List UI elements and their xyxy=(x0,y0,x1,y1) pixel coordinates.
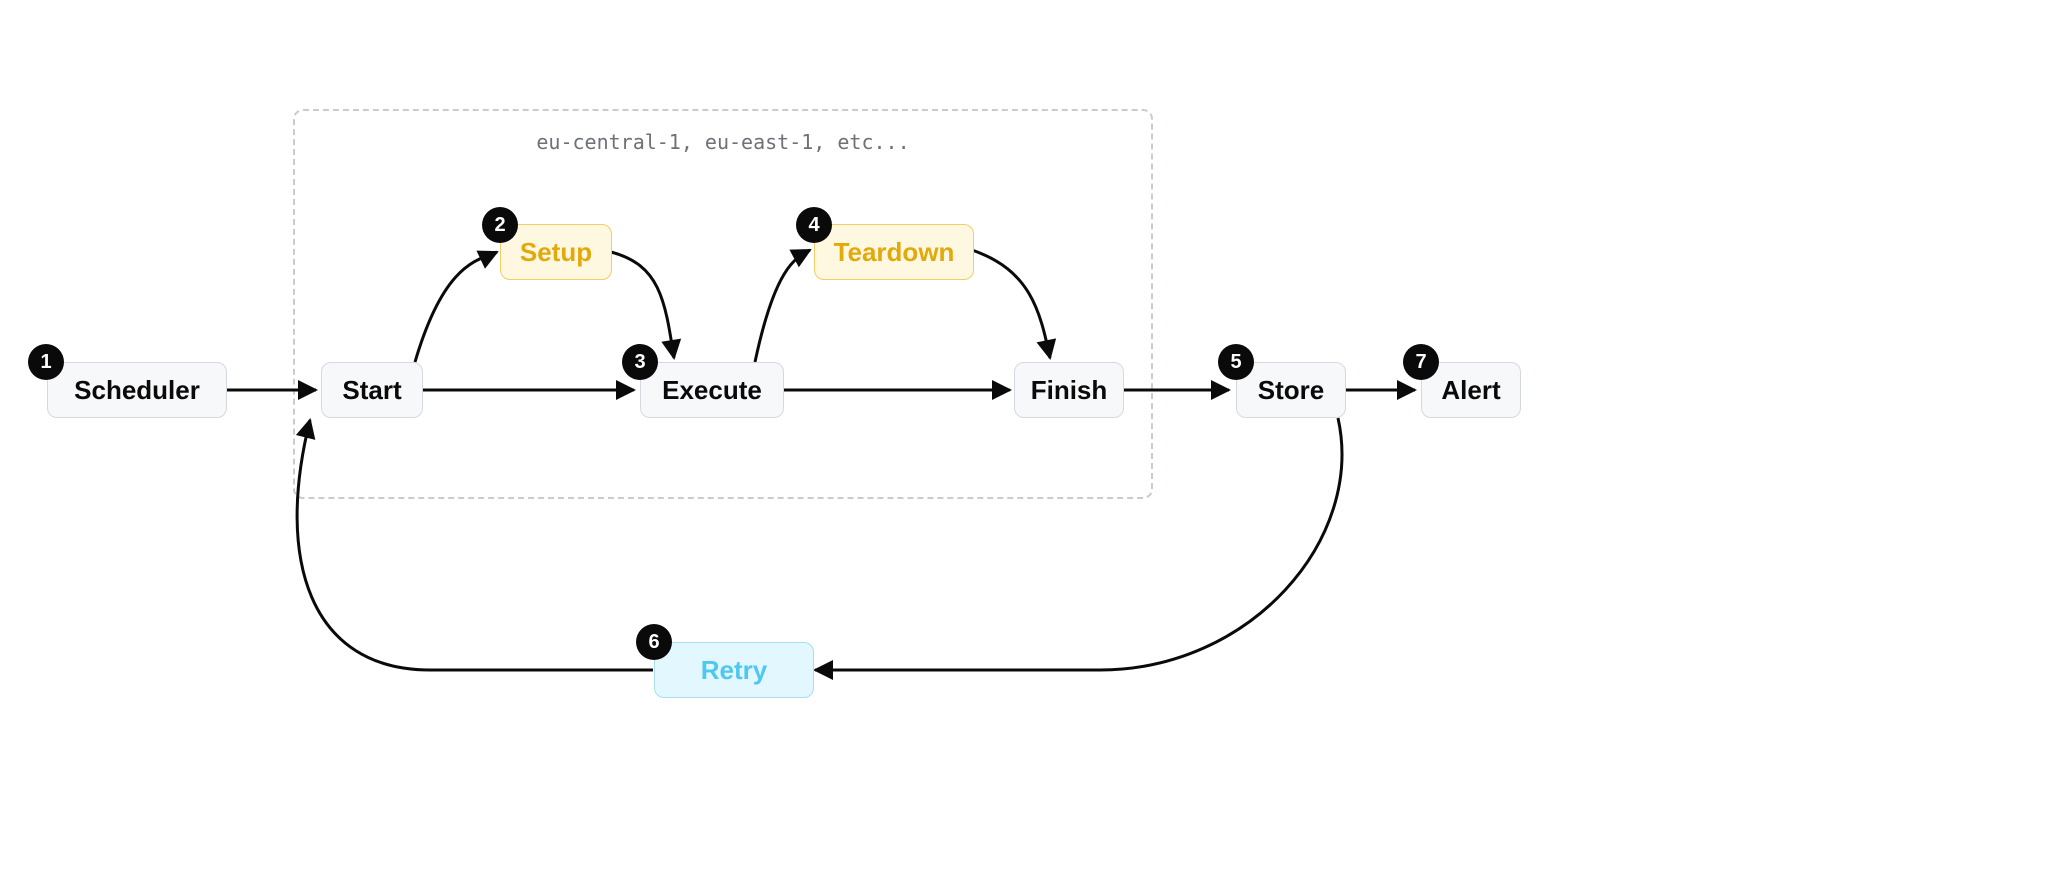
node-store: Store xyxy=(1236,362,1346,418)
node-alert-label: Alert xyxy=(1441,375,1500,406)
node-scheduler: Scheduler xyxy=(47,362,227,418)
badge-teardown: 4 xyxy=(796,207,832,243)
node-execute-label: Execute xyxy=(662,375,762,406)
node-setup-label: Setup xyxy=(520,237,592,268)
node-retry-label: Retry xyxy=(701,655,767,686)
node-store-label: Store xyxy=(1258,375,1324,406)
node-start: Start xyxy=(321,362,423,418)
diagram-stage: eu-central-1, eu-east-1, etc... xyxy=(0,0,2072,880)
badge-execute: 3 xyxy=(622,344,658,380)
region-box xyxy=(293,109,1153,499)
badge-alert: 7 xyxy=(1403,344,1439,380)
badge-retry: 6 xyxy=(636,624,672,660)
node-teardown-label: Teardown xyxy=(834,237,955,268)
node-setup: Setup xyxy=(500,224,612,280)
node-execute: Execute xyxy=(640,362,784,418)
node-finish: Finish xyxy=(1014,362,1124,418)
node-finish-label: Finish xyxy=(1031,375,1108,406)
node-teardown: Teardown xyxy=(814,224,974,280)
region-label: eu-central-1, eu-east-1, etc... xyxy=(293,130,1153,154)
badge-scheduler: 1 xyxy=(28,344,64,380)
node-retry: Retry xyxy=(654,642,814,698)
badge-setup: 2 xyxy=(482,207,518,243)
node-start-label: Start xyxy=(342,375,401,406)
node-scheduler-label: Scheduler xyxy=(74,375,200,406)
badge-store: 5 xyxy=(1218,344,1254,380)
